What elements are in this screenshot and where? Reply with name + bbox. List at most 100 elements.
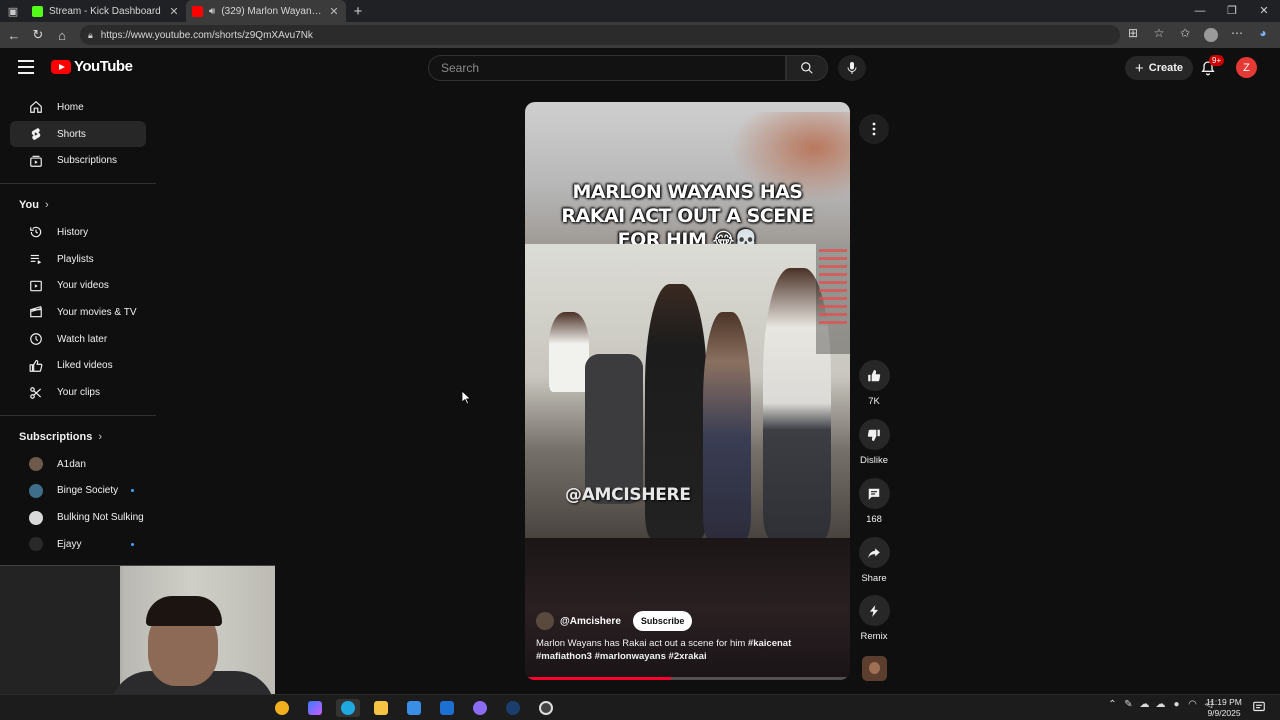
more-options-button[interactable] (859, 114, 889, 144)
taskbar-outlook-icon[interactable] (435, 699, 459, 717)
home-button[interactable]: ⌂ (50, 28, 74, 43)
close-window-icon[interactable]: ✕ (1248, 0, 1280, 22)
shorts-player[interactable]: MARLON WAYANS HAS RAKAI ACT OUT A SCENE … (525, 102, 850, 680)
favorites-icon[interactable]: ✩ (1174, 26, 1196, 45)
share-button[interactable] (858, 537, 890, 568)
share-icon (868, 547, 880, 558)
sidebar-item-your-videos[interactable]: Your videos (10, 272, 146, 299)
create-button[interactable]: + Create (1125, 56, 1194, 80)
hashtag[interactable]: #kaicenat (748, 638, 791, 649)
tray-app-icon[interactable]: ✎ (1123, 699, 1134, 710)
your-videos-icon (30, 280, 42, 292)
plus-icon: + (1135, 59, 1144, 77)
comments-action: 168 (856, 478, 892, 525)
browser-tab-youtube[interactable]: 🔊︎ (329) Marlon Wayans has Ra ✕ (186, 0, 346, 22)
sidebar-item-label: Binge Society (57, 485, 119, 497)
taskbar-store-icon[interactable] (402, 699, 426, 717)
profile-icon[interactable] (1200, 26, 1222, 45)
sound-thumbnail[interactable] (862, 656, 887, 681)
sidebar-item-shorts[interactable]: Shorts (10, 120, 146, 148)
taskbar-file-explorer-icon[interactable] (369, 699, 393, 717)
home-icon (30, 101, 42, 114)
you-heading-label: You (19, 199, 39, 212)
menu-icon[interactable] (18, 60, 34, 74)
minimize-icon[interactable]: — (1184, 0, 1216, 22)
channel-avatar (29, 457, 43, 472)
copilot-icon[interactable]: ◕ (1252, 26, 1274, 45)
sidebar-item-subscription[interactable]: Binge Society (10, 478, 146, 505)
youtube-header: YouTube Search + Create 9+ Z (0, 48, 1280, 88)
youtube-logo[interactable]: YouTube (51, 58, 133, 75)
sidebar-item-liked-videos[interactable]: Liked videos (10, 353, 146, 380)
sidebar-item-your-clips[interactable]: Your clips (10, 379, 146, 406)
taskbar-discord-icon[interactable] (468, 699, 492, 717)
url-text: https://www.youtube.com/shorts/z9QmXAvu7… (100, 29, 313, 41)
stream-chat-overlay (816, 244, 850, 354)
new-tab-button[interactable]: + (346, 3, 370, 20)
remix-button[interactable] (858, 595, 890, 626)
video-progress-bar[interactable] (525, 677, 850, 680)
taskbar-chrome-icon[interactable] (270, 699, 294, 717)
subscribe-button[interactable]: Subscribe (632, 611, 693, 631)
remix-action: Remix (856, 595, 892, 642)
tray-chevron-up-icon[interactable]: ⌃ (1107, 699, 1118, 710)
sidebar-you-heading[interactable]: You › (0, 193, 156, 217)
sidebar-divider (0, 414, 156, 416)
restore-icon[interactable]: ❐ (1216, 0, 1248, 22)
like-button[interactable] (858, 360, 890, 391)
search-input[interactable]: Search (428, 55, 786, 81)
tray-mic-icon[interactable]: ● (1171, 699, 1182, 710)
browser-toolbar-right: ⊞ ☆ ✩ ⋯ ◕ (1122, 26, 1274, 45)
reload-button[interactable]: ↻ (26, 27, 50, 43)
tab-close-icon[interactable]: ✕ (168, 5, 180, 18)
favorite-star-icon[interactable]: ☆ (1148, 26, 1170, 45)
more-menu-icon[interactable]: ⋯ (1226, 26, 1248, 45)
hashtag[interactable]: #2xrakai (669, 651, 707, 662)
tray-onedrive-icon[interactable]: ☁ (1155, 699, 1166, 710)
site-info-icon[interactable]: 🔒︎ (88, 30, 93, 41)
taskbar-copilot-icon[interactable] (303, 699, 327, 717)
tray-cloud-icon[interactable]: ☁ (1139, 699, 1150, 710)
sidebar-item-history[interactable]: History (10, 219, 146, 246)
hashtag[interactable]: #marlonwayans (595, 651, 666, 662)
sidebar-subscriptions-heading[interactable]: Subscriptions › (0, 425, 156, 449)
thumbs-down-icon (867, 429, 880, 441)
address-bar[interactable]: 🔒︎ https://www.youtube.com/shorts/z9QmXA… (80, 25, 1120, 45)
channel-avatar (29, 483, 43, 498)
sidebar-item-watch-later[interactable]: Watch later (10, 326, 146, 353)
sidebar-item-label: Shorts (57, 128, 86, 140)
browser-tab-kick[interactable]: Stream - Kick Dashboard ✕ (26, 0, 186, 22)
channel-name[interactable]: @Amcishere (560, 616, 621, 627)
tray-wifi-icon[interactable]: ◠ (1187, 699, 1198, 710)
comments-button[interactable] (858, 478, 890, 509)
sidebar-item-subscription[interactable]: Bulking Not Sulking (10, 504, 146, 531)
liked-icon (29, 359, 43, 372)
sidebar-item-playlists[interactable]: Playlists (10, 246, 146, 273)
channel-avatar[interactable] (536, 612, 554, 630)
sidebar-item-movies[interactable]: Your movies & TV (10, 299, 146, 326)
search-button[interactable] (786, 55, 828, 81)
tab-audio-icon[interactable]: 🔊︎ (209, 6, 215, 17)
video-description[interactable]: Marlon Wayans has Rakai act out a scene … (536, 637, 844, 663)
notification-center-icon[interactable] (1252, 700, 1266, 714)
subscriptions-heading-label: Subscriptions (19, 430, 93, 443)
tab-close-icon[interactable]: ✕ (328, 5, 340, 18)
taskbar-edge-icon[interactable] (336, 699, 360, 717)
dislike-button[interactable] (858, 419, 890, 450)
sidebar-item-subscription[interactable]: A1dan (10, 451, 146, 478)
hashtag[interactable]: #mafiathon3 (536, 651, 592, 662)
voice-search-button[interactable] (838, 55, 866, 81)
thumbs-up-icon (868, 369, 881, 381)
account-avatar[interactable]: Z (1236, 57, 1257, 78)
video-watermark: @AMCISHERE (565, 485, 691, 505)
sidebar-item-home[interactable]: Home (10, 94, 146, 121)
tab-actions-icon[interactable]: ▣ (0, 0, 26, 22)
apps-icon[interactable]: ⊞ (1122, 26, 1144, 45)
clock-time: 11:19 PM (1206, 697, 1242, 707)
taskbar-clock[interactable]: 11:19 PM 9/9/2025 (1204, 697, 1244, 719)
taskbar-obs-icon[interactable] (534, 699, 558, 717)
sidebar-item-subscriptions[interactable]: Subscriptions (10, 147, 146, 174)
back-button[interactable]: ← (2, 28, 26, 43)
taskbar-steam-icon[interactable] (501, 699, 525, 717)
sidebar-item-subscription[interactable]: Ejayy (10, 531, 146, 558)
